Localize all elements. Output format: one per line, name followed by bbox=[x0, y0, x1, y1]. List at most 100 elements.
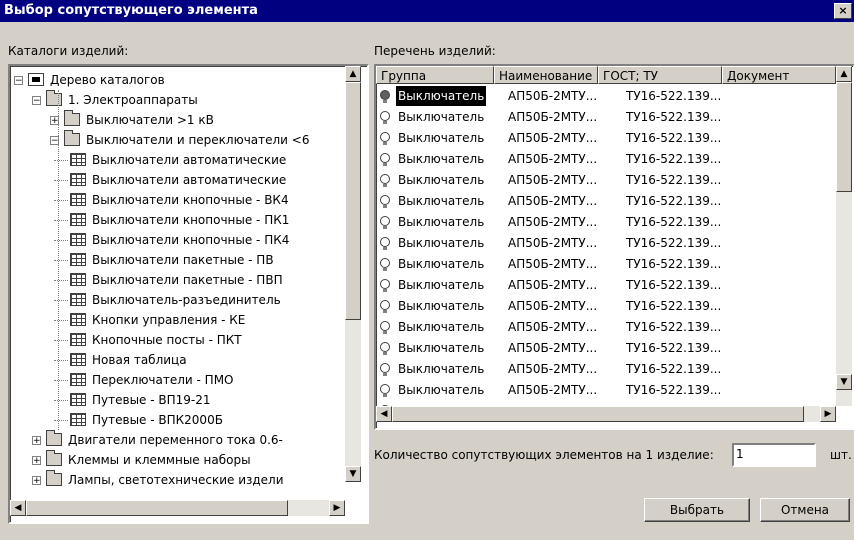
tree-node[interactable]: − Дерево каталогов bbox=[10, 70, 344, 90]
tree-node[interactable]: + Двигатели переменного тока 0.6- bbox=[10, 430, 344, 450]
tree-node[interactable]: Переключатели - ПМО bbox=[10, 370, 344, 390]
collapse-icon[interactable]: − bbox=[32, 96, 41, 106]
scroll-down-icon[interactable]: ▼ bbox=[836, 374, 852, 390]
tree-connector bbox=[54, 200, 68, 201]
column-header[interactable]: Наименование bbox=[494, 66, 598, 84]
tree-node[interactable]: + Лампы, светотехнические издели bbox=[10, 470, 344, 490]
tree-connector bbox=[54, 300, 68, 301]
tree-viewport: − Дерево каталогов −1. Электроаппараты + Вык… bbox=[10, 66, 344, 500]
column-header[interactable]: Группа bbox=[376, 66, 494, 84]
tree-hscroll-thumb[interactable] bbox=[26, 500, 288, 516]
tree-node-label: Двигатели переменного тока 0.6- bbox=[68, 433, 283, 447]
close-button[interactable]: × bbox=[834, 3, 852, 19]
expand-icon[interactable]: + bbox=[32, 436, 41, 446]
tree-node-label: Выключатели кнопочные - ПК1 bbox=[92, 213, 290, 227]
tree-node-label: Переключатели - ПМО bbox=[92, 373, 234, 387]
cell-gost: ТУ16-522.139... bbox=[626, 194, 722, 208]
collapse-icon[interactable]: − bbox=[14, 76, 23, 86]
lightbulb-icon bbox=[380, 153, 390, 166]
list-item[interactable]: Выключатель АП50Б-2МТУ... ТУ16-522.139... bbox=[376, 233, 836, 253]
tree-node-label: Выключатели кнопочные - ПК4 bbox=[92, 233, 290, 247]
tree-node[interactable]: + Клеммы и клеммные наборы bbox=[10, 450, 344, 470]
cell-group: Выключатель bbox=[396, 86, 487, 106]
expand-icon[interactable]: + bbox=[32, 476, 41, 486]
list-hscroll[interactable]: ◀ ▶ bbox=[376, 406, 836, 422]
tree-node[interactable]: Выключатели автоматические bbox=[10, 150, 344, 170]
cell-name: АП50Б-2МТУ... bbox=[508, 89, 598, 103]
folder-icon bbox=[64, 110, 80, 126]
tree-node[interactable]: Выключатели пакетные - ПВ bbox=[10, 250, 344, 270]
cell-name: АП50Б-2МТУ... bbox=[508, 320, 598, 334]
cell-gost: ТУ16-522.139... bbox=[626, 152, 722, 166]
tree-connector bbox=[54, 160, 68, 161]
list-item[interactable]: Выключатель АП50Б-2МТУ... ТУ16-522.139... bbox=[376, 317, 836, 337]
list-item[interactable]: Выключатель АП50Б-2МТУ... ТУ16-522.139... bbox=[376, 359, 836, 379]
tree-node[interactable]: Кнопочные посты - ПКТ bbox=[10, 330, 344, 350]
list-item[interactable]: Выключатель АП50Б-2МТУ... ТУ16-522.139... bbox=[376, 212, 836, 232]
folder-icon bbox=[46, 450, 62, 466]
tree-node[interactable]: Выключатели автоматические bbox=[10, 170, 344, 190]
scroll-up-icon[interactable]: ▲ bbox=[345, 66, 361, 82]
tree-node[interactable]: + Выключатели >1 кВ bbox=[10, 110, 344, 130]
list-hscroll-thumb[interactable] bbox=[392, 406, 804, 422]
list-item[interactable]: Выключатель АП50Б-2МТУ... ТУ16-522.139... bbox=[376, 149, 836, 169]
tree-connector bbox=[54, 220, 68, 221]
tree-node[interactable]: Путевые - ВП19-21 bbox=[10, 390, 344, 410]
tree-vscroll[interactable]: ▲ ▼ bbox=[345, 66, 361, 482]
list-vscroll[interactable]: ▲ ▼ bbox=[836, 66, 852, 406]
list-scroll-thumb[interactable] bbox=[836, 82, 852, 192]
tree-connector bbox=[54, 360, 68, 361]
scroll-right-icon[interactable]: ▶ bbox=[329, 500, 345, 516]
list-item[interactable]: Выключатель АП50Б-2МТУ... ТУ16-522.139... bbox=[376, 275, 836, 295]
tree-scroll-thumb[interactable] bbox=[345, 82, 361, 320]
lightbulb-icon bbox=[380, 300, 390, 313]
scroll-right-icon[interactable]: ▶ bbox=[820, 406, 836, 422]
tree-connector bbox=[54, 320, 68, 321]
catalog-tree[interactable]: − Дерево каталогов −1. Электроаппараты + Вык… bbox=[8, 64, 369, 524]
select-button[interactable]: Выбрать bbox=[644, 498, 750, 522]
tree-node[interactable]: Выключатель-разъединитель bbox=[10, 290, 344, 310]
list-item[interactable]: Выключатель АП50Б-2МТУ... ТУ16-522.139... bbox=[376, 86, 836, 106]
tree-node[interactable]: − Выключатели и переключатели <6 bbox=[10, 130, 344, 150]
list-item[interactable]: Выключатель АП50Б-2МТУ... ТУ16-522.139... bbox=[376, 254, 836, 274]
tree-hscroll[interactable]: ◀ ▶ bbox=[10, 500, 345, 516]
quantity-input[interactable]: 1 bbox=[732, 443, 816, 467]
lightbulb-icon bbox=[380, 195, 390, 208]
cancel-button[interactable]: Отмена bbox=[760, 498, 850, 522]
list-item[interactable]: Выключатель АП50Б-2МТУ... ТУ16-522.139... bbox=[376, 296, 836, 316]
column-header[interactable]: ГОСТ; ТУ bbox=[598, 66, 722, 84]
list-item[interactable]: Выключатель АП50Б-2МТУ... ТУ16-522.139... bbox=[376, 107, 836, 127]
scroll-left-icon[interactable]: ◀ bbox=[376, 406, 392, 422]
lightbulb-icon bbox=[380, 363, 390, 376]
cell-name: АП50Б-2МТУ... bbox=[508, 299, 598, 313]
tree-node[interactable]: Новая таблица bbox=[10, 350, 344, 370]
tree-node-label: Путевые - ВП19-21 bbox=[92, 393, 211, 407]
tree-node[interactable]: − 1. Электроаппараты bbox=[10, 90, 344, 110]
tree-node[interactable]: Путевые - ВПК2000Б bbox=[10, 410, 344, 430]
tree-node[interactable]: Выключатели пакетные - ПВП bbox=[10, 270, 344, 290]
scroll-left-icon[interactable]: ◀ bbox=[10, 500, 26, 516]
list-item[interactable]: Выключатель АП50Б-2МТУ... ТУ16-522.139... bbox=[376, 170, 836, 190]
tree-node[interactable]: Выключатели кнопочные - ПК1 bbox=[10, 210, 344, 230]
tree-node-label: Выключатели автоматические bbox=[92, 153, 287, 167]
list-item[interactable]: Выключатель АП50Б-2МТУ... ТУ16-522.139... bbox=[376, 338, 836, 358]
column-header[interactable]: Документ bbox=[722, 66, 836, 84]
list-header: Группа Наименование ГОСТ; ТУ Документ bbox=[376, 66, 836, 84]
tree-node[interactable]: Выключатели кнопочные - ПК4 bbox=[10, 230, 344, 250]
scroll-up-icon[interactable]: ▲ bbox=[836, 66, 852, 82]
scroll-down-icon[interactable]: ▼ bbox=[345, 466, 361, 482]
cell-gost: ТУ16-522.139... bbox=[626, 110, 722, 124]
list-item[interactable]: Выключатель АП50Б-2МТУ... ТУ16-522.139... bbox=[376, 128, 836, 148]
tree-node-label: Лампы, светотехнические издели bbox=[68, 473, 284, 487]
cell-group: Выключатель bbox=[398, 131, 485, 145]
expand-icon[interactable]: + bbox=[32, 456, 41, 466]
lightbulb-icon bbox=[380, 174, 390, 187]
list-item[interactable]: Выключатель АП50Б-2МТУ... ТУ16-522.139... bbox=[376, 380, 836, 400]
products-list[interactable]: Группа Наименование ГОСТ; ТУ Документ Выклю… bbox=[374, 64, 854, 430]
tree-node[interactable]: Выключатели кнопочные - ВК4 bbox=[10, 190, 344, 210]
tree-node[interactable]: Кнопки управления - КЕ bbox=[10, 310, 344, 330]
root-icon bbox=[28, 73, 44, 86]
window-title: Выбор сопутствующего элемента bbox=[4, 3, 258, 18]
table-icon bbox=[70, 253, 86, 266]
list-item[interactable]: Выключатель АП50Б-2МТУ... ТУ16-522.139... bbox=[376, 191, 836, 211]
